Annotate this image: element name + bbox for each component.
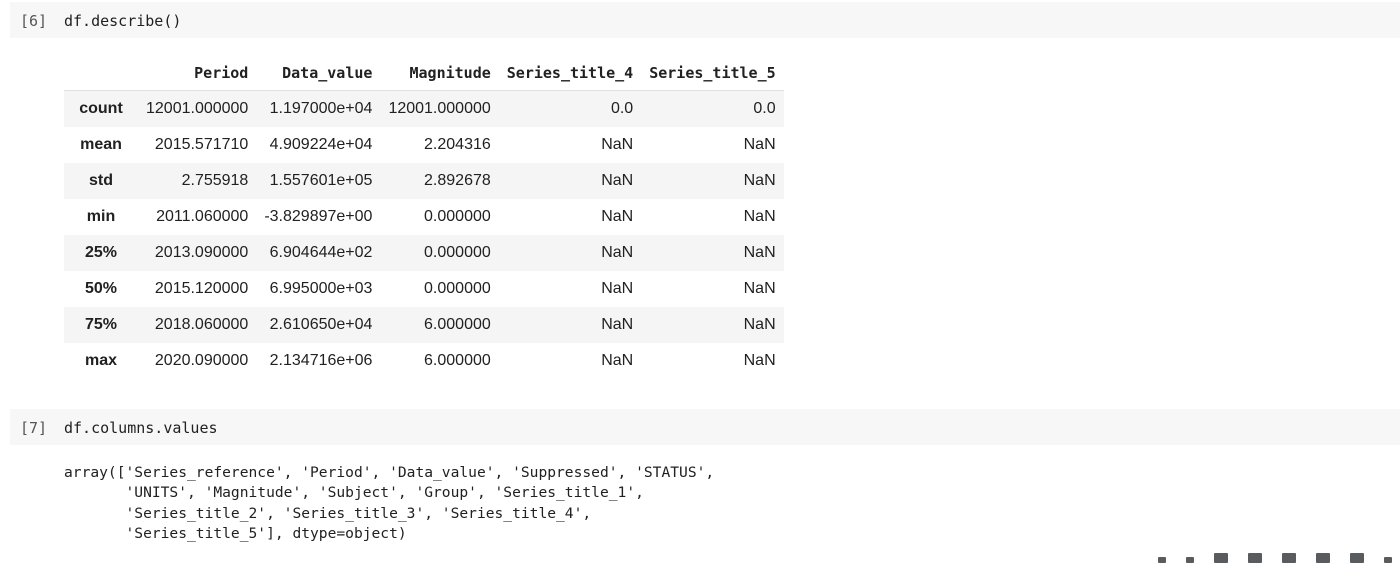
table-row: 25% 2013.090000 6.904644e+02 0.000000 NaN NaN [64,235,784,271]
execution-count: [6] [20,12,48,30]
table-cell: NaN [743,352,776,369]
code-input[interactable]: df.columns.values [64,419,218,437]
code-input[interactable]: df.describe() [64,12,181,30]
row-index-label: count [79,100,123,117]
table-cell: 6.000000 [424,352,491,369]
table-row: 75% 2018.060000 2.610650e+04 6.000000 NaN NaN [64,307,784,343]
table-cell: NaN [601,280,634,297]
move-up-icon[interactable] [1158,557,1166,563]
row-index-label: max [84,352,118,369]
row-index-label: std [89,172,113,189]
table-cell: 6.904644e+02 [269,244,373,261]
column-header: Data_value [256,56,381,91]
code-cell-7[interactable]: [7] df.columns.values [10,409,1400,445]
table-cell: NaN [601,316,634,333]
table-cell: 12001.000000 [388,100,491,117]
column-header: Series_title_5 [641,56,784,91]
row-index-label: 75% [84,316,118,333]
table-cell: 6.000000 [424,316,491,333]
table-cell: 2.610650e+04 [269,316,373,333]
cell-toolbar [1148,553,1400,563]
table-cell: 0.0 [610,100,634,117]
column-header: Magnitude [380,56,499,91]
table-cell: 6.995000e+03 [269,280,373,297]
table-cell: 2011.060000 [156,208,249,225]
table-cell: NaN [601,244,634,261]
comment-icon[interactable] [1248,553,1262,563]
table-cell: 1.197000e+04 [269,100,373,117]
table-cell: 2.755918 [181,172,249,189]
table-cell: NaN [743,280,776,297]
output-line: array(['Series_reference', 'Period', 'Da… [64,464,715,481]
columns-output: array(['Series_reference', 'Period', 'Da… [64,463,714,544]
table-cell: 4.909224e+04 [269,136,373,153]
row-index-label: min [86,208,116,225]
table-cell: NaN [601,136,634,153]
table-row: std 2.755918 1.557601e+05 2.892678 NaN NaN [64,163,784,199]
table-cell: NaN [743,172,776,189]
table-cell: NaN [743,316,776,333]
code-cell-6[interactable]: [6] df.describe() [10,2,1400,38]
table-cell: 0.000000 [424,208,491,225]
table-cell: NaN [743,208,776,225]
table-row: min 2011.060000 -3.829897e+00 0.000000 NaN Na… [64,199,784,235]
table-cell: 2013.090000 [154,244,249,261]
more-icon[interactable] [1384,557,1392,563]
table-header-row: Period Data_value Magnitude Series_title… [64,56,784,91]
table-cell: -3.829897e+00 [264,208,373,225]
table-cell: 2015.120000 [154,280,249,297]
table-cell: 0.0 [753,100,776,117]
row-index-label: 50% [84,280,118,297]
table-row: mean 2015.571710 4.909224e+04 2.204316 NaN Na… [64,127,784,163]
mirror-cell-icon[interactable] [1316,553,1330,563]
output-line: 'UNITS', 'Magnitude', 'Subject', 'Group'… [64,484,644,502]
output-line: 'Series_title_2', 'Series_title_3', 'Ser… [64,504,592,522]
settings-icon[interactable] [1282,553,1296,563]
row-index-label: mean [80,136,122,153]
move-down-icon[interactable] [1186,557,1194,563]
describe-output-table: Period Data_value Magnitude Series_title… [64,56,784,379]
table-cell: 2.892678 [424,172,491,189]
row-index-label: 25% [84,244,118,261]
table-cell: NaN [601,172,634,189]
table-cell: 2.204316 [424,136,491,153]
table-cell: 2015.571710 [154,136,249,153]
table-cell: 2.134716e+06 [269,352,373,369]
table-cell: 12001.000000 [146,100,249,117]
table-cell: 0.000000 [424,280,491,297]
link-icon[interactable] [1214,553,1228,563]
output-line: 'Series_title_5'], dtype=object) [64,524,407,542]
delete-icon[interactable] [1350,553,1364,563]
table-cell: NaN [743,136,776,153]
table-cell: NaN [601,208,634,225]
table-cell: 2020.090000 [154,352,249,369]
table-cell: 2018.060000 [154,316,249,333]
table-cell: NaN [601,352,634,369]
table-row: max 2020.090000 2.134716e+06 6.000000 NaN NaN [64,343,784,379]
table-row: count 12001.000000 1.197000e+04 12001.00000… [64,90,784,127]
table-cell: 0.000000 [424,244,491,261]
execution-count: [7] [20,419,48,437]
table-row: 50% 2015.120000 6.995000e+03 0.000000 NaN NaN [64,271,784,307]
table-cell: NaN [743,244,776,261]
column-header: Series_title_4 [498,56,642,91]
column-header: Period [138,56,257,91]
table-cell: 1.557601e+05 [269,172,373,189]
index-header [64,56,138,91]
